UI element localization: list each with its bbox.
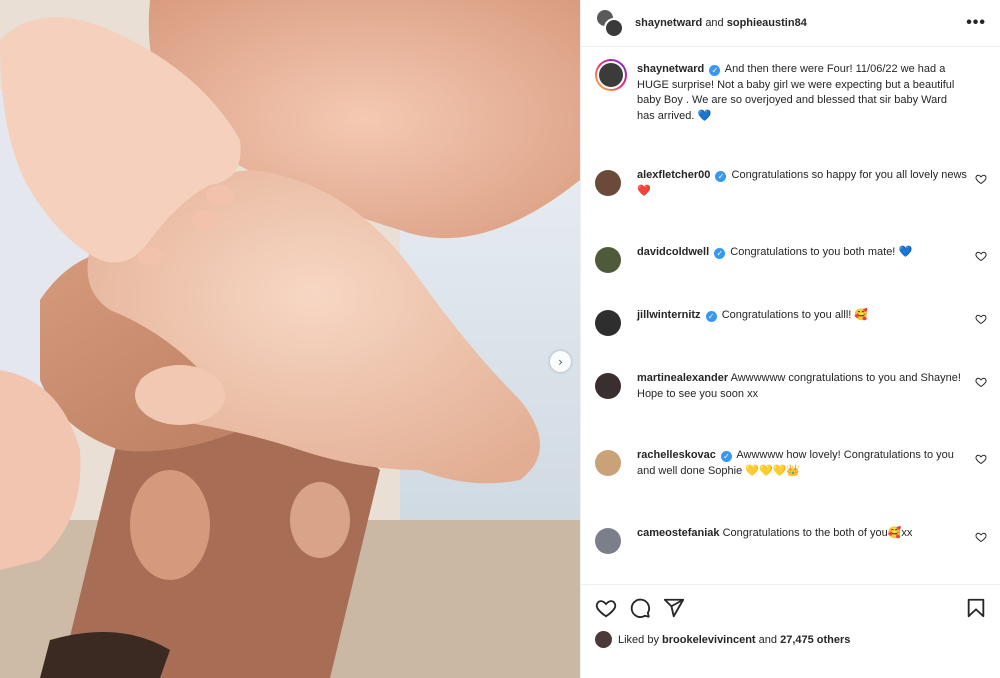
author-link-2[interactable]: sophieaustin84 <box>727 17 807 29</box>
comment-emoji: ❤️ <box>637 184 651 197</box>
comment-body: Congratulations to you both mate! <box>730 246 896 258</box>
comment-item: alexfletcher00 ✓ Congratulations so happ… <box>595 168 987 199</box>
collab-avatar[interactable] <box>595 8 625 38</box>
comment-item: davidcoldwell ✓ Congratulations to you b… <box>595 245 987 273</box>
post-authors: shaynetward and sophieaustin84 <box>635 17 807 29</box>
comment-emoji: 💙 <box>898 246 913 258</box>
likes-count[interactable]: 27,475 others <box>780 634 850 646</box>
author-link-1[interactable]: shaynetward <box>635 17 702 29</box>
caption: shaynetward ✓ And then there were Four! … <box>595 59 987 124</box>
comment-body: Congratulations to the both of you <box>722 527 888 539</box>
caption-text: shaynetward ✓ And then there were Four! … <box>637 62 967 124</box>
likes-and: and <box>758 633 778 646</box>
like-comment-heart-icon[interactable] <box>975 172 987 185</box>
comment-body: Congratulations to you alll! <box>721 309 852 321</box>
comment-emoji: 🥰xx <box>887 527 913 539</box>
likes-summary: Liked by brookelevivincent and 27,475 ot… <box>595 631 850 648</box>
comment-username[interactable]: davidcoldwell <box>637 246 709 258</box>
comment-item: jillwinternitz ✓ Congratulations to you … <box>595 308 987 336</box>
like-comment-heart-icon[interactable] <box>975 530 987 543</box>
commenter-avatar[interactable] <box>595 247 621 273</box>
caption-avatar[interactable] <box>595 59 627 91</box>
caption-username[interactable]: shaynetward <box>637 63 704 75</box>
like-comment-heart-icon[interactable] <box>975 375 987 388</box>
likes-prefix: Liked by <box>618 633 659 646</box>
more-horizontal-icon[interactable]: ••• <box>966 14 986 32</box>
comment-emoji: 🥰 <box>854 309 869 321</box>
verified-icon: ✓ <box>720 451 732 462</box>
comment-text: davidcoldwell ✓ Congratulations to you b… <box>637 245 967 273</box>
liker-username[interactable]: brookelevivincent <box>662 634 756 646</box>
verified-icon: ✓ <box>715 171 727 182</box>
hands-photo-illustration <box>0 0 580 678</box>
action-bar <box>581 584 1000 630</box>
comment-text: cameostefaniak Congratulations to the bo… <box>637 526 967 554</box>
commenter-avatar[interactable] <box>595 528 621 554</box>
verified-icon: ✓ <box>714 248 726 259</box>
verified-icon: ✓ <box>709 65 721 76</box>
comment-icon[interactable] <box>629 597 651 619</box>
commenter-avatar[interactable] <box>595 310 621 336</box>
comment-emoji: 💛💛💛👑 <box>745 464 801 477</box>
commenter-avatar[interactable] <box>595 170 621 196</box>
like-comment-heart-icon[interactable] <box>975 452 987 465</box>
heart-icon[interactable] <box>595 597 617 619</box>
comment-text: jillwinternitz ✓ Congratulations to you … <box>637 308 967 336</box>
comment-text: alexfletcher00 ✓ Congratulations so happ… <box>637 168 967 199</box>
like-comment-heart-icon[interactable] <box>975 312 987 325</box>
comment-item: rachelleskovac ✓ Awwwww how lovely! Cong… <box>595 448 987 479</box>
comment-username[interactable]: jillwinternitz <box>637 309 701 321</box>
comment-username[interactable]: rachelleskovac <box>637 449 716 461</box>
post-photo: › <box>0 0 580 678</box>
comment-username[interactable]: cameostefaniak <box>637 527 720 539</box>
caption-emoji: 💙 <box>697 109 712 122</box>
share-icon[interactable] <box>663 597 685 619</box>
comment-username[interactable]: martinealexander <box>637 372 728 384</box>
post-header: shaynetward and sophieaustin84 ••• <box>581 0 1000 47</box>
comment-text: martinealexander Awwwwww congratulations… <box>637 371 967 402</box>
authors-and: and <box>705 17 724 29</box>
chevron-right-icon: › <box>558 354 563 369</box>
verified-icon: ✓ <box>705 311 717 322</box>
comment-body: Congratulations so happy for you all lov… <box>731 169 967 181</box>
comment-item: martinealexander Awwwwww congratulations… <box>595 371 987 402</box>
like-comment-heart-icon[interactable] <box>975 249 987 262</box>
comments-list: shaynetward ✓ And then there were Four! … <box>581 48 1000 583</box>
next-photo-button[interactable]: › <box>550 351 571 372</box>
bookmark-icon[interactable] <box>965 597 987 619</box>
liker-avatar[interactable] <box>595 631 612 648</box>
comment-username[interactable]: alexfletcher00 <box>637 169 710 181</box>
commenter-avatar[interactable] <box>595 373 621 399</box>
comment-item: cameostefaniak Congratulations to the bo… <box>595 526 987 554</box>
comment-text: rachelleskovac ✓ Awwwww how lovely! Cong… <box>637 448 967 479</box>
commenter-avatar[interactable] <box>595 450 621 476</box>
post-detail-panel: shaynetward and sophieaustin84 ••• shayn… <box>580 0 1000 678</box>
